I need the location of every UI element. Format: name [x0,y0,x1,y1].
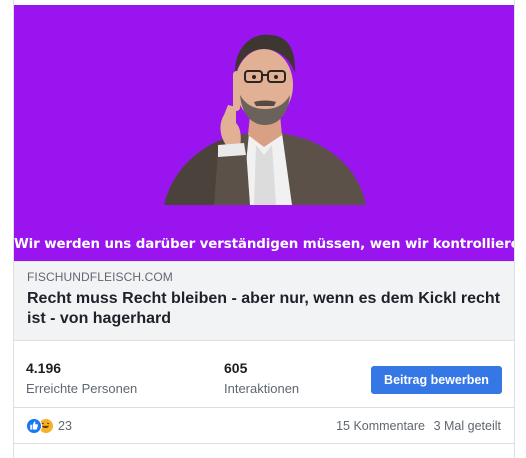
post-footer: 23 15 Kommentare 3 Mal geteilt [14,408,514,444]
link-domain: FISCHUNDFLEISCH.COM [27,270,173,284]
portrait-illustration [164,34,366,205]
link-title[interactable]: Recht muss Recht bleiben - aber nur, wen… [27,289,507,329]
interactions-label: Interaktionen [224,381,300,396]
image-caption: Wir werden uns darüber verständigen müss… [14,237,514,252]
interactions-stat: 605 Interaktionen [224,360,299,396]
post-image[interactable]: Wir werden uns darüber verständigen müss… [14,5,514,261]
reach-label: Erreichte Personen [26,381,138,396]
like-icon [26,418,42,434]
reactions-count: 23 [58,419,72,433]
reactions-summary[interactable]: 23 [26,418,72,434]
link-preview[interactable]: FISCHUNDFLEISCH.COM Recht muss Recht ble… [14,261,514,341]
interactions-value: 605 [224,360,248,376]
post-insights: 4.196 Erreichte Personen 605 Interaktion… [14,352,514,408]
reach-value: 4.196 [26,360,62,376]
boost-post-button[interactable]: Beitrag bewerben [371,366,502,394]
reach-stat: 4.196 Erreichte Personen [26,360,137,396]
post-card: Wir werden uns darüber verständigen müss… [13,0,515,458]
comments-count[interactable]: 15 Kommentare [336,419,425,433]
shares-count[interactable]: 3 Mal geteilt [434,419,501,433]
